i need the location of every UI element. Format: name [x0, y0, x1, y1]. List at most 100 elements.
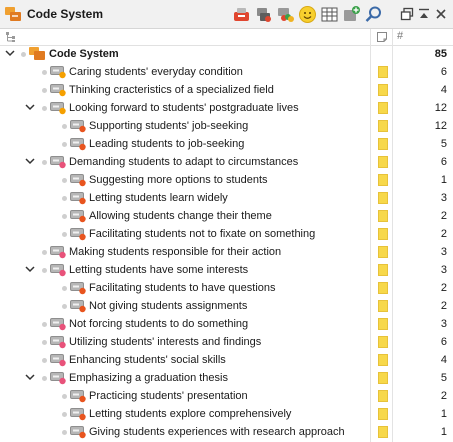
- code-row[interactable]: Emphasizing a graduation thesis 5: [0, 369, 453, 387]
- code-bullet: [62, 412, 67, 417]
- code-count: 5: [440, 138, 447, 150]
- collapse-panel-icon[interactable]: [417, 7, 431, 21]
- code-memo-icon[interactable]: [378, 138, 388, 150]
- code-row[interactable]: Demanding students to adapt to circumsta…: [0, 153, 453, 171]
- code-icon: [50, 353, 67, 367]
- search-icon[interactable]: [364, 5, 383, 24]
- code-memo-icon[interactable]: [378, 66, 388, 78]
- code-memo-icon[interactable]: [378, 156, 388, 168]
- code-count: 2: [440, 300, 447, 312]
- code-label: Letting students have some interests: [69, 264, 249, 276]
- code-memo-icon[interactable]: [378, 84, 388, 96]
- code-bullet: [62, 286, 67, 291]
- code-count: 12: [434, 102, 447, 114]
- code-label: Suggesting more options to students: [89, 174, 268, 186]
- code-count: 3: [440, 318, 447, 330]
- code-row[interactable]: Giving students experiences with researc…: [0, 423, 453, 441]
- code-bullet: [42, 322, 47, 327]
- code-bullet: [42, 160, 47, 165]
- code-memo-icon[interactable]: [378, 408, 388, 420]
- code-label: Thinking cracteristics of a specialized …: [69, 84, 274, 96]
- code-icon: [70, 137, 87, 151]
- code-count: 4: [440, 84, 447, 96]
- code-row[interactable]: Caring students' everyday condition 6: [0, 63, 453, 81]
- code-label: Enhancing students' social skills: [69, 354, 226, 366]
- code-row[interactable]: Not forcing students to do something 3: [0, 315, 453, 333]
- code-system-icon: [29, 47, 46, 61]
- code-memo-icon[interactable]: [378, 102, 388, 114]
- chevron-down-icon[interactable]: [24, 101, 36, 113]
- new-code-icon[interactable]: [232, 5, 251, 24]
- code-memo-icon[interactable]: [378, 264, 388, 276]
- code-row[interactable]: Supporting students' job-seeking 12: [0, 117, 453, 135]
- chevron-down-icon[interactable]: [24, 371, 36, 383]
- code-icon: [70, 407, 87, 421]
- code-label: Making students responsible for their ac…: [69, 246, 282, 258]
- code-row[interactable]: Facilitating students to have questions 2: [0, 279, 453, 297]
- code-memo-icon[interactable]: [378, 336, 388, 348]
- code-count: 3: [440, 264, 447, 276]
- code-icon: [70, 119, 87, 133]
- code-row[interactable]: Suggesting more options to students 1: [0, 171, 453, 189]
- code-memo-icon[interactable]: [378, 174, 388, 186]
- code-memo-icon[interactable]: [378, 318, 388, 330]
- code-label: Utilizing students' interests and findin…: [69, 336, 262, 348]
- code-bullet: [62, 232, 67, 237]
- code-set-icon[interactable]: [254, 5, 273, 24]
- emoji-icon[interactable]: [298, 5, 317, 24]
- code-label: Practicing students' presentation: [89, 390, 248, 402]
- undock-icon[interactable]: [400, 7, 414, 21]
- code-row[interactable]: Enhancing students' social skills 4: [0, 351, 453, 369]
- code-system-root-row[interactable]: Code System 85: [0, 45, 453, 63]
- code-bullet: [62, 178, 67, 183]
- code-memo-icon[interactable]: [378, 390, 388, 402]
- add-image-icon[interactable]: [342, 5, 361, 24]
- column-header-row: #: [0, 29, 453, 46]
- code-memo-icon[interactable]: [378, 300, 388, 312]
- code-icon: [70, 209, 87, 223]
- code-row[interactable]: Utilizing students' interests and findin…: [0, 333, 453, 351]
- chevron-down-icon[interactable]: [24, 263, 36, 275]
- code-count: 5: [440, 372, 447, 384]
- count-column-header[interactable]: #: [397, 30, 403, 42]
- code-memo-icon[interactable]: [378, 354, 388, 366]
- memo-column-icon[interactable]: [376, 31, 388, 43]
- code-row[interactable]: Making students responsible for their ac…: [0, 243, 453, 261]
- activate-codes-icon[interactable]: [276, 5, 295, 24]
- code-icon: [70, 173, 87, 187]
- code-row[interactable]: Facilitating students not to fixate on s…: [0, 225, 453, 243]
- code-icon: [50, 65, 67, 79]
- code-memo-icon[interactable]: [378, 426, 388, 438]
- code-memo-icon[interactable]: [378, 210, 388, 222]
- code-memo-icon[interactable]: [378, 372, 388, 384]
- chevron-down-icon[interactable]: [4, 47, 16, 59]
- code-row[interactable]: Looking forward to students' postgraduat…: [0, 99, 453, 117]
- code-label: Emphasizing a graduation thesis: [69, 372, 228, 384]
- code-row[interactable]: Not giving students assignments 2: [0, 297, 453, 315]
- code-count: 1: [440, 426, 447, 438]
- tree-structure-icon[interactable]: [5, 31, 17, 43]
- code-count: 4: [440, 354, 447, 366]
- code-row[interactable]: Letting students explore comprehensively…: [0, 405, 453, 423]
- code-bullet: [42, 250, 47, 255]
- code-row[interactable]: Leading students to job-seeking 5: [0, 135, 453, 153]
- code-count: 3: [440, 192, 447, 204]
- code-count: 12: [434, 120, 447, 132]
- code-memo-icon[interactable]: [378, 192, 388, 204]
- code-icon: [70, 425, 87, 439]
- code-memo-icon[interactable]: [378, 120, 388, 132]
- close-icon[interactable]: [434, 7, 448, 21]
- code-memo-icon[interactable]: [378, 282, 388, 294]
- code-memo-icon[interactable]: [378, 228, 388, 240]
- table-view-icon[interactable]: [320, 5, 339, 24]
- code-label: Letting students explore comprehensively: [89, 408, 292, 420]
- code-bullet: [62, 214, 67, 219]
- code-row[interactable]: Practicing students' presentation 2: [0, 387, 453, 405]
- code-row[interactable]: Letting students learn widely 3: [0, 189, 453, 207]
- code-memo-icon[interactable]: [378, 246, 388, 258]
- code-row[interactable]: Allowing students change their theme 2: [0, 207, 453, 225]
- code-row[interactable]: Letting students have some interests 3: [0, 261, 453, 279]
- code-icon: [70, 191, 87, 205]
- chevron-down-icon[interactable]: [24, 155, 36, 167]
- code-row[interactable]: Thinking cracteristics of a specialized …: [0, 81, 453, 99]
